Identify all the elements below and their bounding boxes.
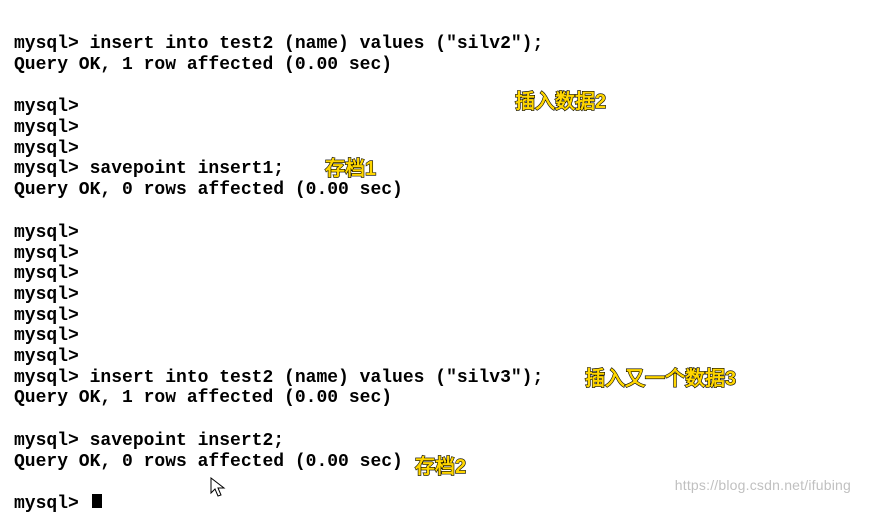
sql-insert-silv2: mysql> insert into test2 (name) values (…	[14, 34, 861, 55]
mysql-prompt: mysql>	[14, 97, 861, 118]
annotation-insert-data-2: 插入数据2	[515, 85, 606, 114]
result-1row-affected: Query OK, 1 row affected (0.00 sec)	[14, 388, 861, 409]
mysql-prompt: mysql>	[14, 326, 861, 347]
terminal-output: mysql> insert into test2 (name) values (…	[0, 0, 871, 515]
mysql-prompt: mysql>	[14, 139, 861, 160]
mysql-prompt-active[interactable]: mysql>	[14, 494, 861, 515]
partial-previous-line: Query OK, 0 rows affected (0.00 sec)	[14, 0, 861, 12]
annotation-savepoint-1: 存档1	[325, 152, 376, 181]
annotation-savepoint-2: 存档2	[415, 450, 466, 479]
mysql-prompt: mysql>	[14, 118, 861, 139]
result-0rows-affected: Query OK, 0 rows affected (0.00 sec)	[14, 180, 861, 201]
mysql-prompt: mysql>	[14, 306, 861, 327]
mysql-prompt: mysql>	[14, 264, 861, 285]
sql-savepoint-insert2: mysql> savepoint insert2;	[14, 431, 861, 452]
mysql-prompt: mysql>	[14, 244, 861, 265]
mouse-cursor-icon	[210, 477, 226, 499]
watermark-text: https://blog.csdn.net/ifubing	[675, 477, 851, 493]
annotation-insert-another-data-3: 插入又一个数据3	[585, 362, 736, 391]
sql-savepoint-insert1: mysql> savepoint insert1;	[14, 159, 861, 180]
prompt-text: mysql>	[14, 494, 90, 514]
result-1row-affected: Query OK, 1 row affected (0.00 sec)	[14, 55, 861, 76]
cursor-icon	[92, 494, 102, 508]
mysql-prompt: mysql>	[14, 223, 861, 244]
mysql-prompt: mysql>	[14, 285, 861, 306]
